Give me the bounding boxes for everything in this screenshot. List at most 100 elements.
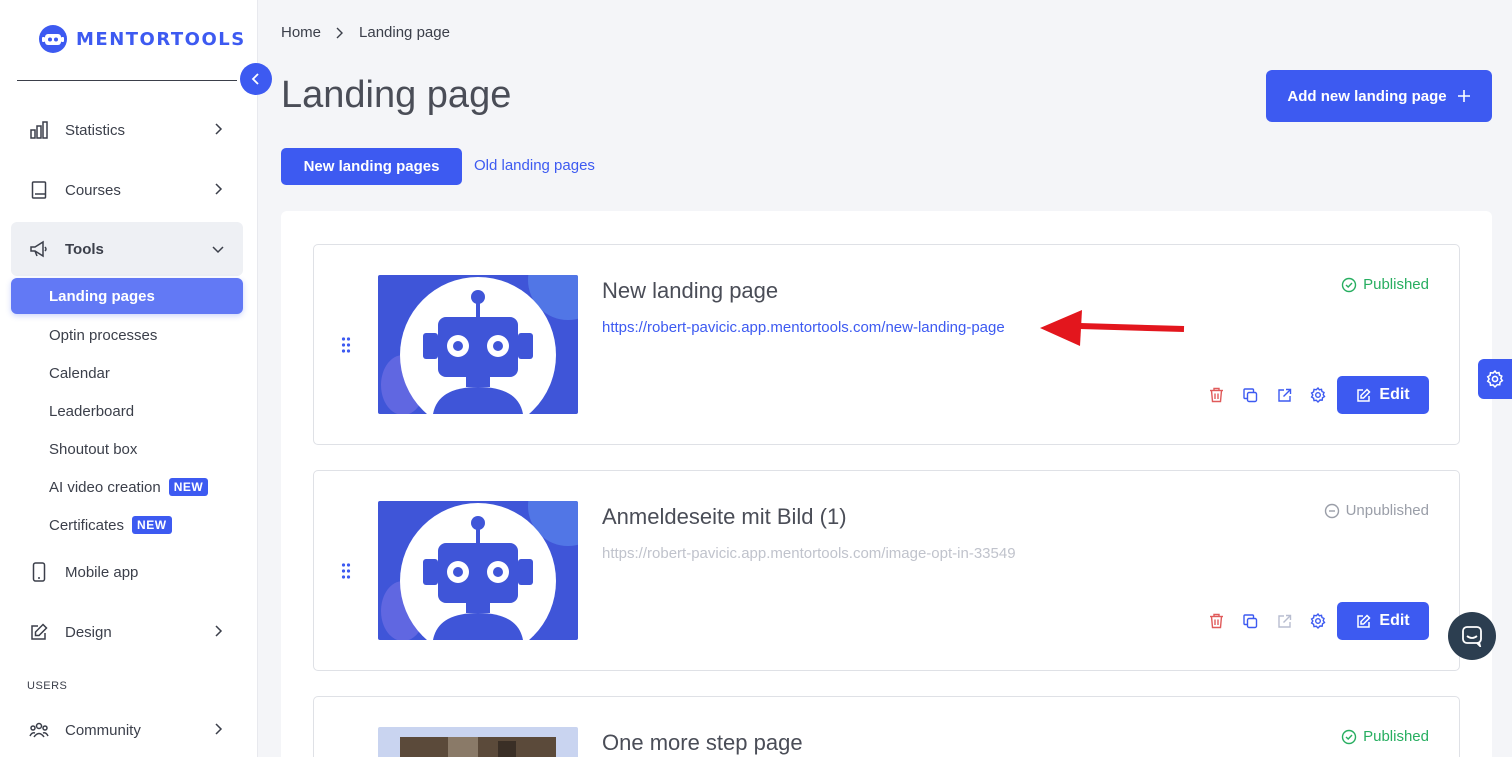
external-link-icon [1267,602,1301,640]
bar-chart-icon [29,120,49,140]
edit-button-label: Edit [1379,612,1410,629]
robot-logo-icon [39,25,67,53]
sidebar-sub-optin-processes[interactable]: Optin processes [11,317,243,353]
sidebar-sub-certificates[interactable]: Certificates NEW [11,507,243,543]
sidebar-item-community[interactable]: Community [11,706,243,754]
card-actions: Edit [1199,602,1429,640]
people-icon [29,720,49,740]
check-circle-icon [1341,277,1357,292]
sidebar-sub-landing-pages[interactable]: Landing pages [11,278,243,314]
sidebar-collapse-button[interactable] [240,63,272,95]
card-title: Anmeldeseite mit Bild (1) [602,504,847,529]
settings-gear-icon[interactable] [1301,376,1335,414]
sidebar-sub-label: Calendar [49,364,110,382]
section-label-users: USERS [27,680,68,692]
breadcrumb-home[interactable]: Home [281,24,321,41]
sidebar-item-design[interactable]: Design [11,608,243,656]
sidebar-item-label: Mobile app [65,563,139,581]
robot-thumbnail-image [378,501,578,640]
add-button-label: Add new landing page [1287,87,1447,105]
sidebar-item-courses[interactable]: Courses [11,166,243,214]
brand-name: MENTORTOOLS [76,28,246,50]
new-badge: NEW [168,478,209,496]
landing-page-card: Anmeldeseite mit Bild (1) https://robert… [313,470,1460,671]
settings-gear-icon[interactable] [1301,602,1335,640]
chevron-left-icon [251,73,259,85]
red-arrow-annotation [1040,310,1185,346]
robot-thumbnail-image [378,275,578,414]
chevron-right-icon [215,625,223,637]
sidebar-sub-calendar[interactable]: Calendar [11,355,243,391]
sidebar-item-label: Community [65,721,141,739]
landing-page-card: One more step page Published [313,696,1460,757]
tab-old-landing-pages[interactable]: Old landing pages [474,157,595,174]
sidebar-item-mobile-app[interactable]: Mobile app [11,548,243,596]
chevron-down-icon [212,246,224,254]
sidebar-item-label: Design [65,623,112,641]
page-title: Landing page [281,74,512,116]
delete-icon[interactable] [1199,376,1233,414]
duplicate-icon[interactable] [1233,602,1267,640]
delete-icon[interactable] [1199,602,1233,640]
duplicate-icon[interactable] [1233,376,1267,414]
chat-launcher-button[interactable] [1448,612,1496,660]
status-badge: Unpublished [1324,502,1429,519]
photo-thumbnail-image [378,727,578,757]
breadcrumb: Home Landing page [281,24,450,41]
drag-handle-icon[interactable] [341,562,351,580]
new-badge: NEW [132,516,172,534]
card-title: New landing page [602,278,779,303]
phone-icon [29,562,49,582]
add-landing-page-button[interactable]: Add new landing page [1266,70,1492,122]
sidebar-item-label: Tools [65,240,104,258]
edit-button-label: Edit [1379,386,1410,403]
sidebar: MENTORTOOLS Statistics Courses Tools Lan… [0,0,258,757]
card-title: One more step page [602,730,803,755]
status-badge: Published [1341,728,1429,745]
chevron-right-icon [215,183,223,195]
sidebar-sub-label: Leaderboard [49,402,135,420]
chevron-right-icon [336,27,344,38]
sidebar-item-label: Courses [65,181,121,199]
edit-button[interactable]: Edit [1337,602,1429,640]
sidebar-sub-label: Optin processes [49,326,158,344]
book-icon [29,180,49,200]
megaphone-icon [29,239,49,259]
floating-settings-button[interactable] [1478,359,1512,399]
status-badge: Published [1341,276,1429,293]
sidebar-sub-label: Certificates [49,516,125,534]
sidebar-sub-label: Landing pages [49,287,155,305]
sidebar-sub-shoutout-box[interactable]: Shoutout box [11,431,243,467]
card-actions: Edit [1199,376,1429,414]
tab-new-landing-pages[interactable]: New landing pages [281,148,462,185]
landing-page-card: New landing page https://robert-pavicic.… [313,244,1460,445]
breadcrumb-current: Landing page [359,24,450,41]
sidebar-sub-ai-video-creation[interactable]: AI video creation NEW [11,469,243,505]
card-url-link[interactable]: https://robert-pavicic.app.mentortools.c… [602,319,1005,336]
sidebar-item-tools[interactable]: Tools [11,222,243,276]
chevron-right-icon [215,123,223,135]
sidebar-item-statistics[interactable]: Statistics [11,106,243,154]
minus-circle-icon [1324,503,1339,518]
chevron-right-icon [215,723,223,735]
status-label: Published [1363,276,1429,293]
edit-icon [29,622,49,642]
pencil-icon [1357,387,1371,402]
external-link-icon[interactable] [1267,376,1301,414]
edit-button[interactable]: Edit [1337,376,1429,414]
status-label: Unpublished [1345,502,1429,519]
sidebar-item-label: Statistics [65,121,126,139]
chat-icon [1462,626,1482,647]
sidebar-sub-label: Shoutout box [49,440,138,458]
sidebar-sub-label: AI video creation [49,478,161,496]
check-circle-icon [1341,729,1357,744]
card-url-link: https://robert-pavicic.app.mentortools.c… [602,545,1016,562]
status-label: Published [1363,728,1429,745]
pencil-icon [1357,613,1371,628]
gear-icon [1486,370,1504,388]
divider [17,80,237,81]
plus-icon [1457,90,1470,102]
brand-logo[interactable]: MENTORTOOLS [38,24,246,54]
drag-handle-icon[interactable] [341,336,351,354]
sidebar-sub-leaderboard[interactable]: Leaderboard [11,393,243,429]
